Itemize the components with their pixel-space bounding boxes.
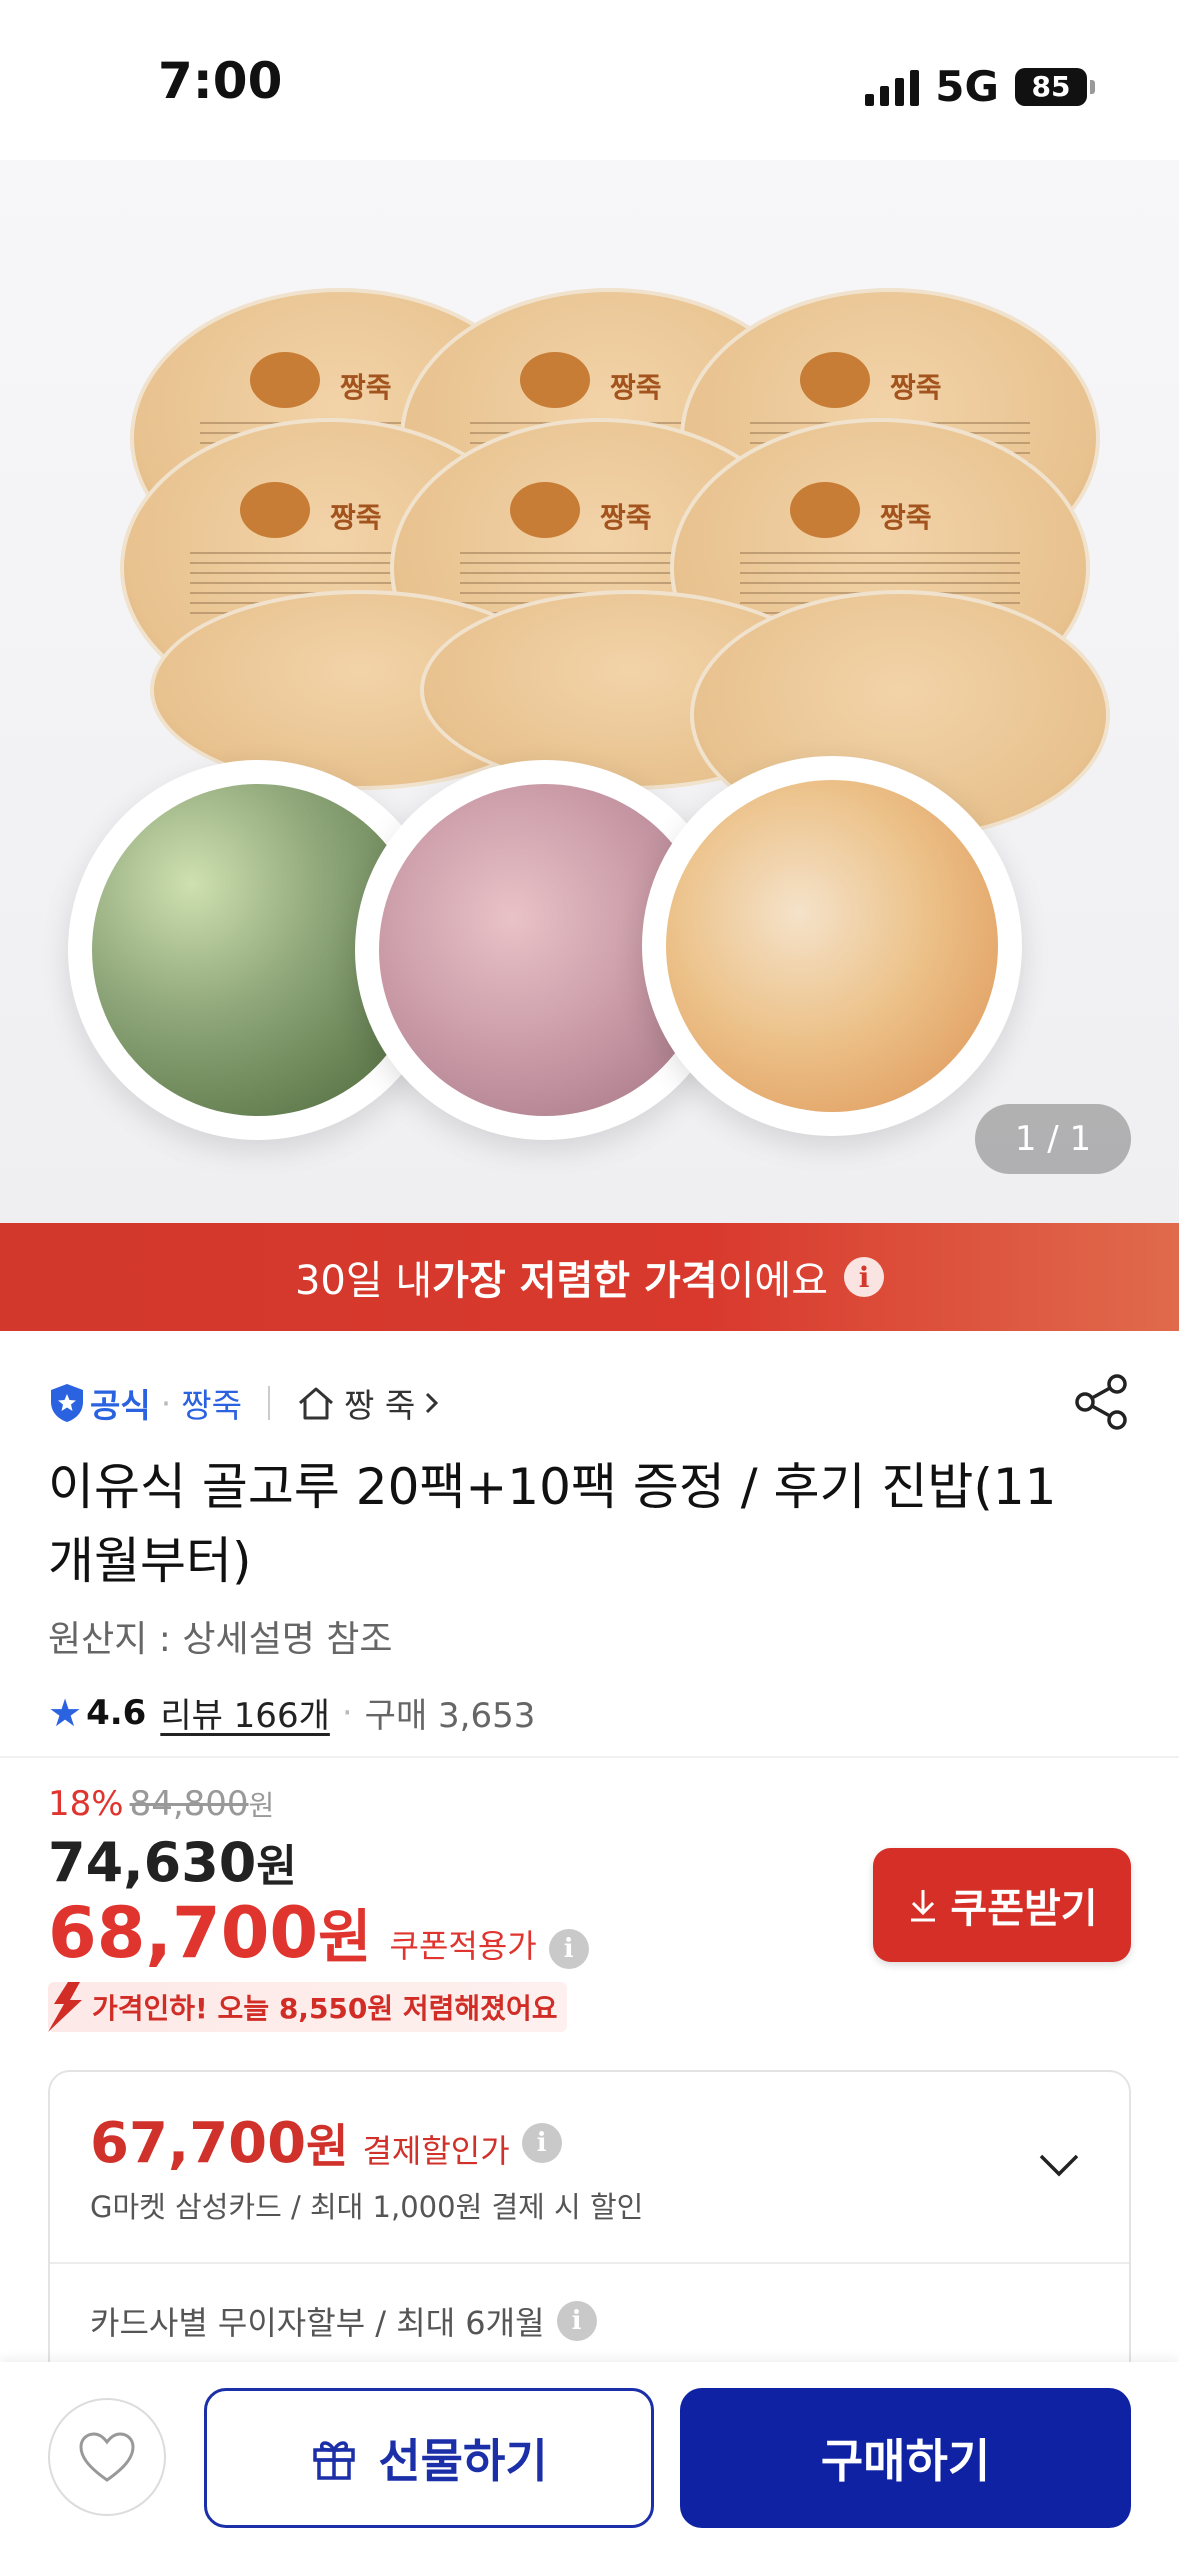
battery-level: 85	[1031, 70, 1071, 103]
price-drop-text: 가격인하! 오늘 8,550원 저렴해졌어요	[92, 1992, 558, 2025]
info-icon[interactable]: i	[556, 2301, 597, 2341]
coupon-price: 68,700원	[48, 1890, 372, 1974]
pack-brand: 짱죽	[610, 371, 662, 404]
installment-info[interactable]: 카드사별 무이자할부 / 최대 6개월 i	[90, 2298, 597, 2344]
brand-link[interactable]: 짱죽	[181, 1379, 242, 1427]
get-coupon-button[interactable]: 쿠폰받기	[873, 1848, 1131, 1962]
pack-brand: 짱죽	[600, 501, 652, 534]
network-type: 5G	[935, 62, 999, 111]
gift-button[interactable]: 선물하기	[204, 2388, 654, 2528]
wishlist-button[interactable]	[48, 2398, 166, 2516]
section-divider	[0, 1756, 1179, 1758]
sale-price-value: 74,630	[48, 1831, 257, 1894]
buy-label: 구매하기	[820, 2434, 991, 2488]
payment-description: G마켓 삼성카드 / 최대 1,000원 결제 시 할인	[90, 2190, 644, 2224]
pack-brand: 짱죽	[340, 371, 392, 404]
price-down-arrow-icon	[48, 1982, 82, 2032]
price-drop-notice: 가격인하! 오늘 8,550원 저렴해졌어요	[48, 1982, 568, 2032]
mascot-icon	[790, 482, 860, 538]
payment-price-unit: 원	[306, 2119, 349, 2173]
status-time: 7:00	[158, 52, 283, 110]
pack-brand: 짱죽	[890, 371, 942, 404]
gift-label: 선물하기	[378, 2434, 548, 2488]
discount-rate: 18%	[48, 1784, 124, 1824]
product-title: 이유식 골고루 20팩+10팩 증정 / 후기 진밥(11개월부터)	[48, 1458, 1057, 1590]
coupon-price-label: 쿠폰적용가	[389, 1927, 537, 1965]
sale-price: 74,630원	[48, 1830, 297, 1894]
banner-suffix: 이에요	[717, 1258, 829, 1304]
mascot-icon	[240, 482, 310, 538]
banner-prefix: 30일 내	[294, 1258, 433, 1304]
food-bowl	[642, 756, 1022, 1136]
store-link[interactable]: 짱 죽	[296, 1379, 451, 1427]
card-divider	[50, 2262, 1129, 2264]
discount-row: 18% 84,800 원	[48, 1784, 274, 1824]
banner-highlight: 가장 저렴한 가격	[432, 1258, 718, 1304]
payment-discount-toggle[interactable]: 67,700 원 결제할인가 i G마켓 삼성카드 / 최대 1,000원 결제…	[50, 2072, 1129, 2262]
payment-price: 67,700	[90, 2111, 307, 2176]
gift-icon	[313, 2441, 356, 2480]
payment-price-label: 결제할인가	[362, 2132, 510, 2170]
original-price-unit: 원	[248, 1789, 275, 1822]
star-icon: ★	[48, 1690, 83, 1735]
lowest-price-banner[interactable]: 30일 내 가장 저렴한 가격 이에요 i	[0, 1223, 1179, 1331]
heart-icon	[79, 2432, 135, 2482]
chevron-right-icon	[426, 1392, 439, 1414]
home-icon	[298, 1387, 333, 1420]
info-icon[interactable]: i	[521, 2123, 562, 2163]
pack-brand: 짱죽	[880, 501, 932, 534]
signal-icon	[865, 68, 920, 106]
coupon-price-unit: 원	[318, 1903, 372, 1971]
info-icon[interactable]: i	[844, 1257, 885, 1297]
battery-icon: 85	[1015, 67, 1095, 106]
get-coupon-label: 쿠폰받기	[950, 1886, 1098, 1932]
status-bar: 7:00 5G 85	[0, 0, 1179, 160]
image-page-indicator: 1 / 1	[975, 1104, 1131, 1174]
payment-price-row: 67,700 원 결제할인가 i	[90, 2110, 562, 2176]
info-icon[interactable]: i	[548, 1929, 589, 1969]
store-name: 짱 죽	[343, 1386, 416, 1425]
coupon-price-row: 68,700원 쿠폰적용가 i	[48, 1890, 589, 1974]
shield-check-icon	[48, 1382, 86, 1424]
installment-text: 카드사별 무이자할부 / 최대 6개월	[90, 2304, 545, 2342]
review-link[interactable]: 리뷰 166개	[160, 1688, 330, 1737]
mascot-icon	[520, 352, 590, 408]
separator-dot: ·	[160, 1383, 172, 1423]
mascot-icon	[510, 482, 580, 538]
rating-row: ★ 4.6 리뷰 166개 · 구매 3,653	[48, 1688, 535, 1737]
seller-row: 공식 · 짱죽 짱 죽	[48, 1370, 451, 1436]
purchase-count: 구매 3,653	[364, 1696, 536, 1736]
chevron-down-icon[interactable]	[1037, 2150, 1081, 2180]
divider	[267, 1386, 270, 1420]
original-price: 84,800	[129, 1784, 249, 1824]
origin-info: 원산지 : 상세설명 참조	[48, 1619, 393, 1660]
status-indicators: 5G 85	[865, 62, 1095, 111]
mascot-icon	[250, 352, 320, 408]
pack-brand: 짱죽	[330, 501, 382, 534]
share-icon[interactable]	[1071, 1372, 1131, 1432]
download-icon	[911, 1890, 936, 1922]
product-image[interactable]: 짱죽 짱죽 짱죽 짱죽 짱죽 짱죽 1 / 1	[0, 160, 1179, 1223]
separator-dot: ·	[341, 1692, 353, 1733]
mascot-icon	[800, 352, 870, 408]
rating-value: 4.6	[86, 1692, 147, 1733]
buy-button[interactable]: 구매하기	[680, 2388, 1131, 2528]
coupon-price-value: 68,700	[48, 1892, 319, 1974]
official-badge: 공식	[90, 1386, 151, 1425]
sale-price-unit: 원	[256, 1841, 297, 1892]
bottom-action-bar: 선물하기 구매하기	[0, 2362, 1179, 2556]
